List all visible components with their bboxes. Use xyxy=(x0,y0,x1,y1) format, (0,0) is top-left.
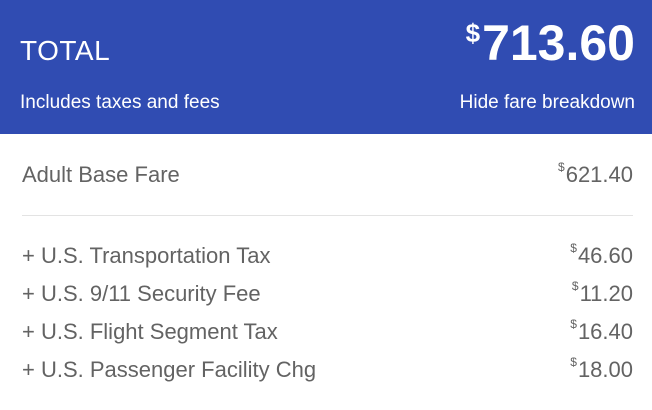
tax-currency-symbol: $ xyxy=(570,355,577,369)
tax-amount: $18.00 xyxy=(570,355,633,383)
total-label: TOTAL xyxy=(20,35,111,66)
tax-row-security-fee: + U.S. 9/11 Security Fee $11.20 xyxy=(22,279,633,309)
tax-amount: $11.20 xyxy=(571,279,633,307)
tax-label: + U.S. Flight Segment Tax xyxy=(22,319,278,344)
base-fare-amount: $621.40 xyxy=(558,160,633,188)
tax-value: 18.00 xyxy=(577,357,633,382)
tax-currency-symbol: $ xyxy=(570,241,577,255)
tax-value: 46.60 xyxy=(577,243,633,268)
tax-label: + U.S. Passenger Facility Chg xyxy=(22,357,317,382)
tax-row-passenger-facility: + U.S. Passenger Facility Chg $18.00 xyxy=(22,355,633,385)
base-fare-value: 621.40 xyxy=(565,162,633,187)
divider xyxy=(22,215,633,216)
tax-label: + U.S. Transportation Tax xyxy=(22,243,271,268)
tax-row-transportation: + U.S. Transportation Tax $46.60 xyxy=(22,241,633,271)
tax-label: + U.S. 9/11 Security Fee xyxy=(22,281,261,306)
tax-currency-symbol: $ xyxy=(571,279,579,293)
tax-amount: $46.60 xyxy=(570,241,633,269)
fare-total-header: TOTAL $713.60 Includes taxes and fees Hi… xyxy=(0,0,652,134)
tax-row-flight-segment: + U.S. Flight Segment Tax $16.40 xyxy=(22,317,633,347)
tax-value: 16.40 xyxy=(577,319,633,344)
hide-fare-breakdown-link[interactable]: Hide fare breakdown xyxy=(460,92,635,114)
base-fare-row: Adult Base Fare $621.40 xyxy=(22,160,633,190)
base-fare-currency-symbol: $ xyxy=(558,160,565,174)
taxes-fees-note: Includes taxes and fees xyxy=(20,92,220,113)
tax-value: 11.20 xyxy=(579,281,633,306)
tax-currency-symbol: $ xyxy=(570,317,577,331)
total-currency-symbol: $ xyxy=(465,18,481,48)
total-amount-value: 713.60 xyxy=(482,15,635,71)
total-amount: $713.60 xyxy=(466,18,635,68)
fare-breakdown-panel: Adult Base Fare $621.40 + U.S. Transport… xyxy=(0,134,652,410)
base-fare-label: Adult Base Fare xyxy=(22,162,180,187)
tax-amount: $16.40 xyxy=(570,317,633,345)
